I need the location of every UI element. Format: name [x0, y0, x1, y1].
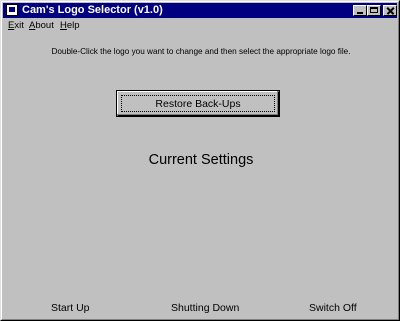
menu-item-exit[interactable]: Exit: [8, 20, 24, 31]
menu-item-help-label: elp: [66, 20, 80, 31]
restore-backups-label: Restore Back-Ups: [155, 97, 241, 110]
start-up-logo-label[interactable]: Start Up: [51, 302, 90, 314]
instruction-text: Double-Click the logo you want to change…: [51, 47, 351, 56]
menu-bar: Exit About Help: [3, 18, 397, 32]
window-title: Cam's Logo Selector (v1.0): [22, 4, 163, 16]
close-icon[interactable]: [383, 5, 397, 16]
menu-item-help-mnemonic: H: [60, 20, 67, 31]
menu-item-help[interactable]: Help: [60, 20, 80, 31]
restore-backups-button[interactable]: Restore Back-Ups: [116, 90, 280, 117]
minimize-icon[interactable]: [353, 5, 367, 16]
shutting-down-logo-label[interactable]: Shutting Down: [171, 302, 239, 314]
menu-item-about[interactable]: About: [29, 20, 54, 31]
app-window-icon[interactable]: [6, 4, 18, 16]
maximize-icon[interactable]: [367, 5, 381, 16]
menu-item-exit-label: xit: [14, 20, 24, 31]
title-bar[interactable]: Cam's Logo Selector (v1.0): [3, 3, 397, 18]
app-window: Cam's Logo Selector (v1.0) Exit About He…: [0, 0, 400, 321]
switch-off-logo-label[interactable]: Switch Off: [309, 302, 357, 314]
current-settings-heading: Current Settings: [148, 152, 254, 168]
menu-item-about-label: bout: [35, 20, 54, 31]
